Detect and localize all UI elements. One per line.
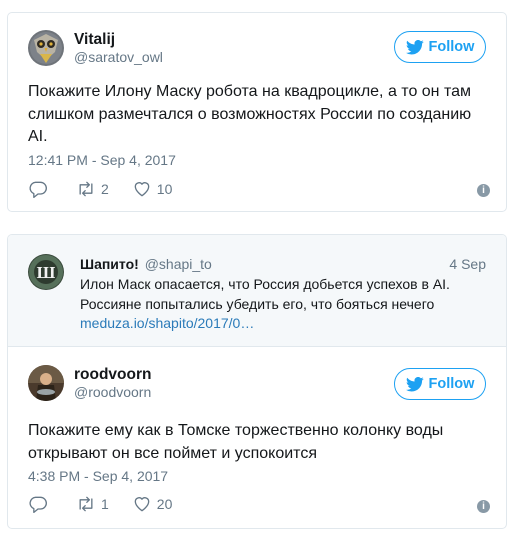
- like-count: 10: [156, 181, 173, 197]
- tweet-text: Покажите ему как в Томске торжественно к…: [28, 422, 444, 462]
- follow-label: Follow: [428, 39, 475, 55]
- tweet-actions: 2 10: [28, 179, 195, 199]
- like-count: 20: [156, 496, 173, 512]
- retweet-icon: [79, 181, 93, 197]
- reply-icon: [29, 496, 47, 513]
- quoted-tweet[interactable]: Ш Шапито! @shapi_to 4 Sep Илон Маск опас…: [8, 235, 506, 347]
- like-button[interactable]: 10: [132, 179, 173, 199]
- svg-text:Ш: Ш: [37, 263, 56, 282]
- tweet-timestamp[interactable]: 4:38 PM - Sep 4, 2017: [28, 468, 168, 484]
- tweet-actions: 1 20: [28, 494, 195, 514]
- info-icon[interactable]: i: [477, 184, 490, 197]
- like-icon: [134, 182, 150, 197]
- reply-button[interactable]: [28, 179, 53, 199]
- retweet-icon: [79, 496, 93, 512]
- shapito-logo-icon[interactable]: Ш: [28, 254, 64, 290]
- quoted-user-handle: @shapi_to: [144, 256, 212, 272]
- tweet-card: Ш Шапито! @shapi_to 4 Sep Илон Маск опас…: [7, 234, 507, 529]
- tweet-header: Vitalij @saratov_owl: [28, 30, 163, 66]
- user-name[interactable]: roodvoorn: [74, 366, 152, 384]
- user-name[interactable]: Vitalij: [74, 31, 163, 49]
- retweet-button[interactable]: 2: [76, 179, 109, 199]
- tweet-text: Покажите Илону Маску робота на квадроцик…: [28, 83, 472, 145]
- tweet-card: Vitalij @saratov_owl Follow Покажите Ило…: [7, 12, 507, 212]
- user-handle[interactable]: @saratov_owl: [74, 49, 163, 66]
- follow-button[interactable]: Follow: [394, 368, 486, 400]
- reply-icon: [29, 181, 47, 198]
- quoted-date: 4 Sep: [449, 256, 486, 272]
- quoted-text: Илон Маск опасается, что Россия добьется…: [80, 276, 450, 312]
- like-button[interactable]: 20: [132, 494, 173, 514]
- twitter-bird-icon: [405, 39, 424, 54]
- follow-label: Follow: [428, 376, 475, 392]
- follow-button[interactable]: Follow: [394, 31, 486, 63]
- user-handle[interactable]: @roodvoorn: [74, 384, 152, 401]
- reply-button[interactable]: [28, 494, 53, 514]
- retweet-count: 1: [101, 496, 109, 512]
- quoted-user-name: Шапито!: [80, 256, 139, 272]
- fish-avatar-icon[interactable]: [28, 365, 64, 401]
- tweet-timestamp[interactable]: 12:41 PM - Sep 4, 2017: [28, 152, 176, 168]
- info-icon[interactable]: i: [477, 500, 490, 513]
- retweet-count: 2: [101, 181, 109, 197]
- owl-avatar-icon[interactable]: [28, 30, 64, 66]
- quoted-link[interactable]: meduza.io/shapito/2017/0…: [80, 315, 254, 331]
- tweet-header: roodvoorn @roodvoorn: [28, 365, 152, 401]
- twitter-bird-icon: [405, 376, 424, 391]
- like-icon: [134, 497, 150, 512]
- retweet-button[interactable]: 1: [76, 494, 109, 514]
